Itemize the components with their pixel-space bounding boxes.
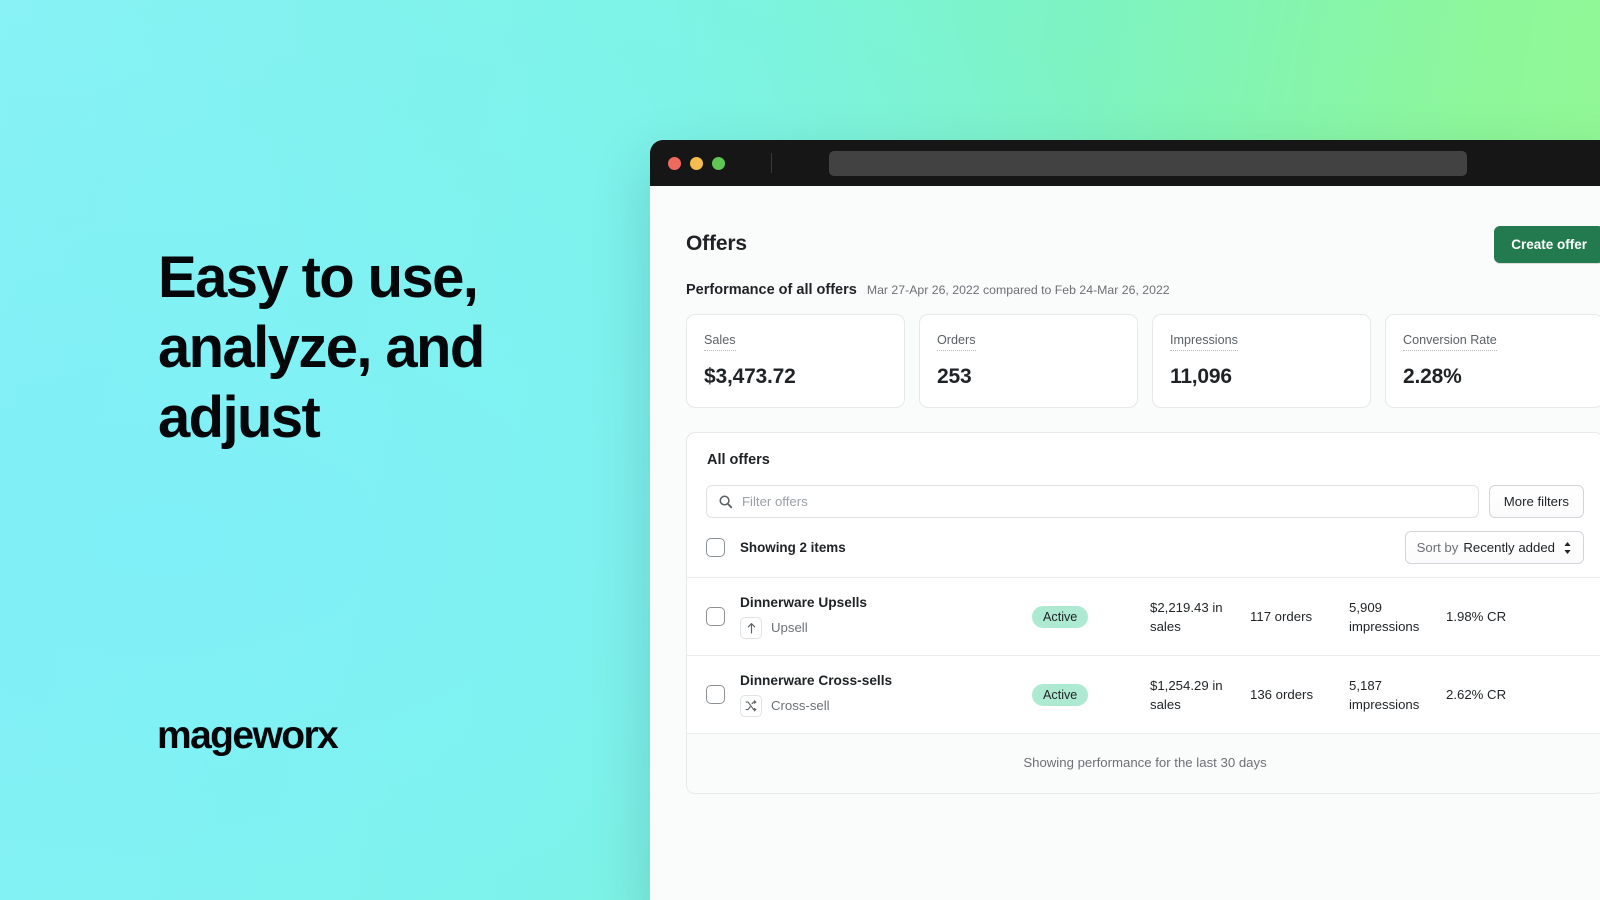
offers-footer-note: Showing performance for the last 30 days [687,733,1600,793]
showing-left-group: Showing 2 items [706,538,846,557]
metric-card-impressions: Impressions 11,096 [1152,314,1371,408]
offer-orders-cell: 136 orders [1250,687,1314,702]
offer-title: Dinnerware Cross-sells [740,672,893,688]
all-offers-title: All offers [707,452,770,468]
sort-by-value: Recently added [1463,540,1555,555]
browser-chrome [650,140,1600,186]
offer-name-cell: Dinnerware Cross-sells Cross-sell [740,673,1032,717]
more-filters-button[interactable]: More filters [1488,485,1584,518]
performance-date-range: Mar 27-Apr 26, 2022 compared to Feb 24-M… [866,283,1170,297]
maximize-window-icon[interactable] [712,156,725,170]
address-bar[interactable] [829,150,1467,176]
table-row[interactable]: Dinnerware Upsells Upsell Active $2,219.… [687,577,1600,655]
offer-impressions-cell: 5,187 impressions [1349,677,1420,712]
mageworx-logo: mageworx [157,714,339,757]
metric-card-sales: Sales $3,473.72 [686,314,905,408]
close-window-icon[interactable] [668,156,681,170]
offer-impressions-cell: 5,909 impressions [1349,599,1420,634]
arrow-up-icon [740,616,762,639]
offer-status-cell: Active [1032,605,1150,628]
page-title: Offers [686,232,747,255]
metric-value: $3,473.72 [704,365,796,388]
filter-offers-input[interactable] [742,494,1478,509]
shuffle-icon [740,694,762,717]
chrome-divider [771,153,772,173]
status-badge: Active [1032,605,1089,628]
app-viewport: Offers Create offer Performance of all o… [650,186,1600,900]
metric-value: 2.28% [1403,365,1462,388]
sort-by-select[interactable]: Sort by Recently added [1404,531,1584,564]
offer-type-label: Cross-sell [771,698,830,713]
filter-row: More filters [687,468,1600,518]
metric-card-list: Sales $3,473.72 Orders 253 Impressions 1… [686,314,1600,408]
promo-screenshot-page: Easy to use, analyze, and adjust magewor… [0,0,1600,900]
offer-conversion-cell: 1.98% CR [1446,609,1507,624]
metric-card-conversion-rate: Conversion Rate 2.28% [1385,314,1600,408]
metric-label[interactable]: Orders [937,333,976,351]
offer-conversion-cell: 2.62% CR [1446,687,1507,702]
row-select-checkbox[interactable] [706,607,725,626]
status-badge: Active [1032,683,1089,706]
promo-panel: Easy to use, analyze, and adjust magewor… [0,0,652,900]
showing-count-label: Showing 2 items [740,540,846,555]
offer-title: Dinnerware Upsells [740,594,868,610]
offer-type-group: Upsell [740,616,1032,639]
create-offer-button[interactable]: Create offer [1494,226,1600,263]
all-offers-card: All offers More filters [686,432,1600,794]
metric-label[interactable]: Conversion Rate [1403,333,1497,351]
metric-value: 253 [937,365,972,388]
offer-type-group: Cross-sell [740,694,1032,717]
offer-name-cell: Dinnerware Upsells Upsell [740,595,1032,639]
select-all-checkbox[interactable] [706,538,725,557]
offer-sales-cell: $2,219.43 in sales [1150,599,1223,634]
search-icon [718,494,733,509]
offer-type-label: Upsell [771,620,808,635]
chevron-updown-icon [1563,541,1572,555]
traffic-light-group [668,156,725,170]
metric-card-orders: Orders 253 [919,314,1138,408]
page-header: Offers Create offer [686,226,1600,263]
metric-value: 11,096 [1170,365,1232,388]
offer-orders-cell: 117 orders [1250,609,1313,624]
offer-sales-cell: $1,254.29 in sales [1150,677,1223,712]
performance-summary: Performance of all offers Mar 27-Apr 26,… [686,282,1600,298]
row-select-checkbox[interactable] [706,685,725,704]
browser-window: Offers Create offer Performance of all o… [650,140,1600,900]
performance-title: Performance of all offers [686,282,857,298]
promo-headline: Easy to use, analyze, and adjust [158,245,485,450]
offer-status-cell: Active [1032,683,1150,706]
showing-sort-row: Showing 2 items Sort by Recently added [687,518,1600,577]
metric-label[interactable]: Impressions [1170,333,1238,351]
table-row[interactable]: Dinnerware Cross-sells Cross-sell Active… [687,655,1600,733]
sort-by-prefix: Sort by [1416,540,1459,555]
metric-label[interactable]: Sales [704,333,736,351]
minimize-window-icon[interactable] [690,156,703,170]
filter-offers-field[interactable] [706,485,1479,518]
